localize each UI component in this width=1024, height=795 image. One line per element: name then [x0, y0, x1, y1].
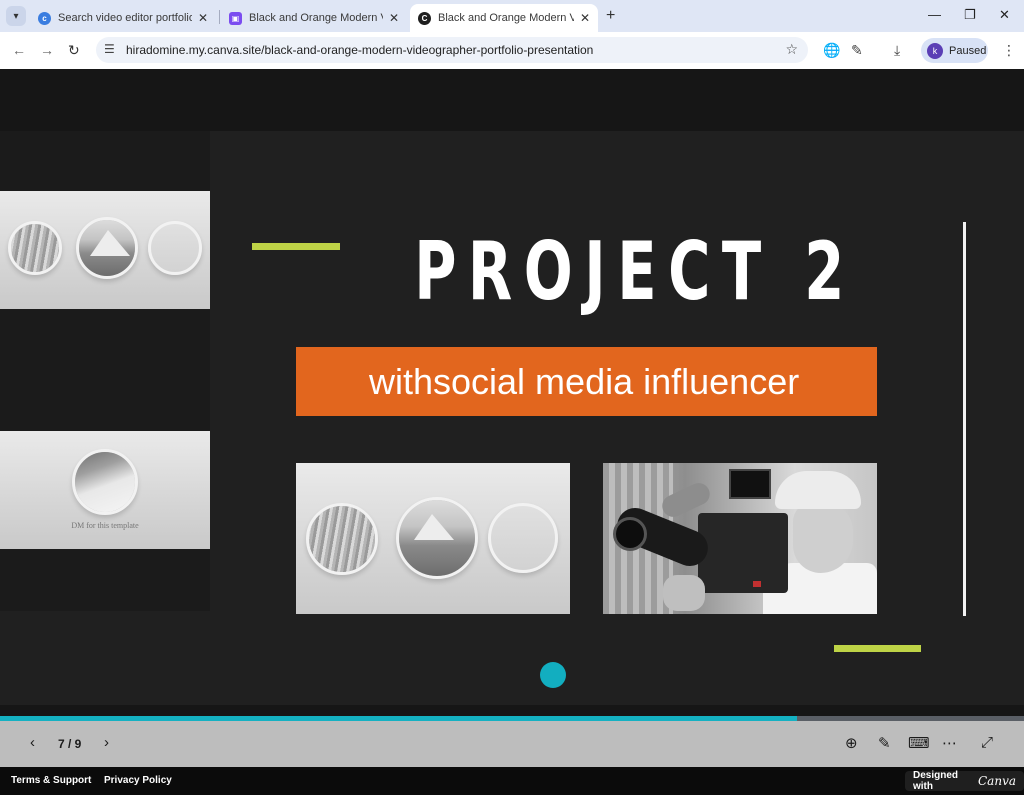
slide-title: PROJECT 2: [414, 225, 856, 318]
back-arrow-icon[interactable]: ←: [12, 42, 26, 58]
privacy-policy-link[interactable]: Privacy Policy: [104, 775, 172, 786]
mountain-photo: [76, 217, 138, 279]
snow-forest-photo: [306, 503, 378, 575]
profile-button[interactable]: k Paused: [921, 38, 988, 63]
canva-favicon-icon: c: [38, 11, 51, 25]
window-close-icon[interactable]: ✕: [999, 7, 1010, 23]
avatar: k: [927, 42, 943, 59]
canva-site-favicon-icon: C: [418, 11, 431, 25]
minimize-icon[interactable]: —: [928, 7, 941, 22]
teal-dot: [540, 662, 566, 688]
thumbnail-image: DM for this template: [0, 431, 210, 549]
browser-toolbar: ← → ↻ ☰ hiradomine.my.canva.site/black-a…: [0, 32, 1024, 69]
tab-2[interactable]: ▣ Black and Orange Modern Video ✕: [221, 4, 407, 32]
slide-subtitle: withsocial media influencer: [369, 361, 800, 402]
forward-arrow-icon[interactable]: →: [40, 42, 54, 58]
more-options-icon[interactable]: ⋯: [942, 734, 957, 752]
snow-forest-photo: [8, 221, 62, 275]
videographer-photo: [603, 463, 877, 614]
designed-with-canva-badge[interactable]: Designed with Canva: [905, 770, 1024, 792]
project-thumbnail-image: [296, 463, 570, 614]
thumbnail-caption: DM for this template: [71, 521, 139, 530]
download-icon[interactable]: ⤓: [894, 42, 900, 59]
close-icon[interactable]: ✕: [389, 11, 399, 25]
zoom-in-icon[interactable]: ⊕: [845, 734, 858, 752]
tab-search-button[interactable]: ▾: [6, 6, 26, 26]
keyboard-icon[interactable]: ⌨: [908, 734, 930, 752]
draw-pen-icon[interactable]: ✎: [878, 734, 891, 752]
thumbnail-image: [0, 191, 210, 309]
tab-3-active[interactable]: C Black and Orange Modern Video ✕: [410, 4, 598, 32]
viewer-controls: ‹ 7 / 9 › ⊕ ✎ ⌨ ⋯ ⤢: [0, 721, 1024, 767]
reload-icon[interactable]: ↻: [68, 42, 80, 59]
tab-1[interactable]: c Search video editor portfolio - C ✕: [30, 4, 216, 32]
close-icon[interactable]: ✕: [580, 11, 590, 25]
page-indicator: 7 / 9: [58, 737, 82, 751]
tab-separator: [219, 10, 220, 24]
extensions-puzzle-icon[interactable]: ✎: [851, 42, 863, 59]
ski-slope-photo: [72, 449, 138, 515]
tab-title: Black and Orange Modern Video: [438, 12, 574, 24]
tab-strip: ▾ c Search video editor portfolio - C ✕ …: [0, 0, 1024, 32]
tab-title: Search video editor portfolio - C: [58, 12, 192, 24]
previous-page-icon[interactable]: ‹: [30, 734, 35, 751]
tab-title: Black and Orange Modern Video: [249, 12, 383, 24]
empty-circle-frame: [488, 503, 558, 573]
accent-bar-top: [252, 243, 340, 250]
accent-bar-bottom: [834, 645, 921, 652]
kebab-menu-icon[interactable]: ⋮: [1002, 42, 1016, 59]
terms-support-link[interactable]: Terms & Support: [11, 775, 91, 786]
next-page-icon[interactable]: ›: [104, 734, 109, 751]
empty-circle-frame: [148, 221, 202, 275]
vertical-divider: [963, 222, 966, 616]
close-icon[interactable]: ✕: [198, 11, 208, 25]
profile-status: Paused: [949, 44, 987, 57]
bookmark-favicon-icon: ▣: [229, 11, 242, 25]
mountain-photo: [396, 497, 478, 579]
slide: DM for this template PROJECT 2 withsocia…: [0, 131, 1024, 705]
subtitle-banner: withsocial media influencer: [296, 347, 877, 416]
url-text[interactable]: hiradomine.my.canva.site/black-and-orang…: [126, 43, 593, 57]
presentation-stage: DM for this template PROJECT 2 withsocia…: [0, 69, 1024, 719]
restore-icon[interactable]: ❐: [964, 7, 976, 23]
chevron-down-icon: ▾: [13, 10, 19, 22]
designed-with-label: Designed with: [913, 770, 959, 792]
bookmark-star-icon[interactable]: ☆: [785, 41, 798, 58]
translate-globe-icon[interactable]: 🌐: [823, 42, 840, 59]
fullscreen-icon[interactable]: ⤢: [981, 734, 993, 751]
site-footer: Terms & Support Privacy Policy Designed …: [0, 767, 1024, 795]
new-tab-icon[interactable]: +: [606, 7, 615, 25]
canva-logo: Canva: [978, 774, 1016, 788]
site-settings-icon[interactable]: ☰: [104, 42, 115, 56]
address-bar[interactable]: ☰ hiradomine.my.canva.site/black-and-ora…: [96, 37, 808, 63]
